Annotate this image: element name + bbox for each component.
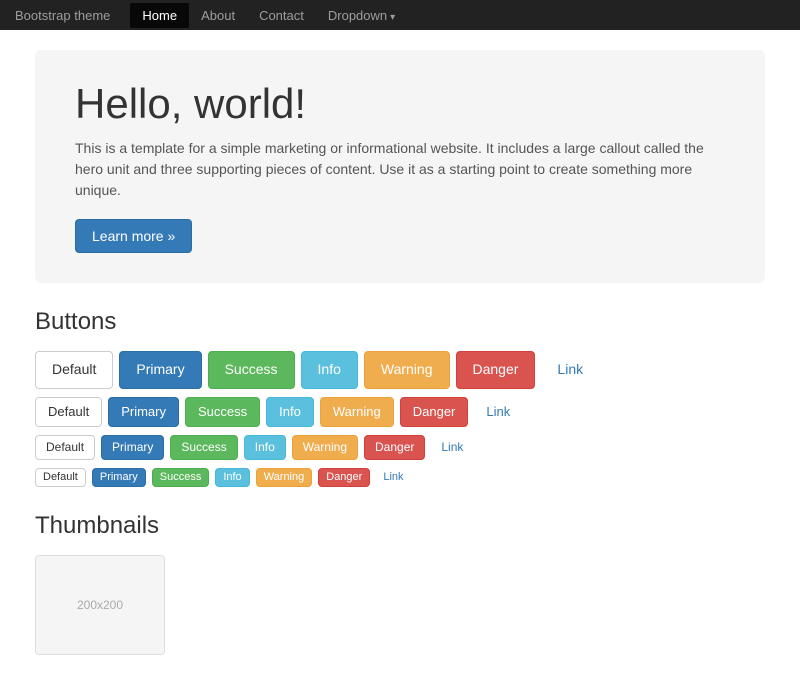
nav-link-contact[interactable]: Contact	[247, 3, 316, 28]
nav-item-home[interactable]: Home	[130, 3, 189, 28]
buttons-section: Buttons Default Primary Success Info War…	[35, 308, 765, 487]
nav-item-dropdown[interactable]: Dropdown▾	[316, 3, 407, 28]
btn-success-small[interactable]: Success	[170, 435, 237, 460]
btn-link-medium[interactable]: Link	[474, 398, 522, 426]
nav-item-about[interactable]: About	[189, 3, 247, 28]
learn-more-button[interactable]: Learn more »	[75, 219, 192, 253]
btn-danger-medium[interactable]: Danger	[400, 397, 469, 427]
nav-item-contact[interactable]: Contact	[247, 3, 316, 28]
nav-link-dropdown[interactable]: Dropdown▾	[316, 3, 407, 28]
navbar-brand[interactable]: Bootstrap theme	[15, 8, 110, 23]
nav-link-about[interactable]: About	[189, 3, 247, 28]
btn-default-xsmall[interactable]: Default	[35, 468, 86, 487]
btn-danger-large[interactable]: Danger	[456, 351, 536, 389]
btn-info-small[interactable]: Info	[244, 435, 286, 460]
thumbnail-item[interactable]: 200x200	[35, 555, 165, 655]
btn-primary-medium[interactable]: Primary	[108, 397, 179, 427]
btn-info-large[interactable]: Info	[301, 351, 358, 389]
btn-link-xsmall[interactable]: Link	[376, 469, 410, 486]
nav-link-home[interactable]: Home	[130, 3, 189, 28]
button-row-xsmall: Default Primary Success Info Warning Dan…	[35, 468, 765, 487]
thumbnails-section: Thumbnails 200x200	[35, 512, 765, 655]
thumbnails-section-title: Thumbnails	[35, 512, 765, 540]
btn-primary-small[interactable]: Primary	[101, 435, 164, 460]
btn-link-small[interactable]: Link	[431, 436, 473, 459]
btn-info-xsmall[interactable]: Info	[215, 468, 249, 487]
btn-warning-large[interactable]: Warning	[364, 351, 450, 389]
btn-warning-medium[interactable]: Warning	[320, 397, 394, 427]
btn-default-small[interactable]: Default	[35, 435, 95, 460]
buttons-section-title: Buttons	[35, 308, 765, 336]
hero-unit: Hello, world! This is a template for a s…	[35, 50, 765, 283]
thumbnail-label: 200x200	[77, 598, 123, 612]
btn-success-medium[interactable]: Success	[185, 397, 260, 427]
btn-warning-small[interactable]: Warning	[292, 435, 358, 460]
button-row-medium: Default Primary Success Info Warning Dan…	[35, 397, 765, 427]
btn-primary-xsmall[interactable]: Primary	[92, 468, 146, 487]
btn-primary-large[interactable]: Primary	[119, 351, 201, 389]
navbar-nav: Home About Contact Dropdown▾	[130, 3, 407, 28]
button-row-large: Default Primary Success Info Warning Dan…	[35, 351, 765, 389]
btn-link-large[interactable]: Link	[541, 352, 599, 388]
btn-danger-xsmall[interactable]: Danger	[318, 468, 370, 487]
button-row-small: Default Primary Success Info Warning Dan…	[35, 435, 765, 460]
navbar: Bootstrap theme Home About Contact Dropd…	[0, 0, 800, 30]
btn-danger-small[interactable]: Danger	[364, 435, 425, 460]
btn-success-xsmall[interactable]: Success	[152, 468, 210, 487]
btn-info-medium[interactable]: Info	[266, 397, 314, 427]
main-content: Hello, world! This is a template for a s…	[20, 30, 780, 700]
btn-default-large[interactable]: Default	[35, 351, 113, 389]
btn-success-large[interactable]: Success	[208, 351, 295, 389]
chevron-down-icon: ▾	[390, 12, 395, 23]
btn-default-medium[interactable]: Default	[35, 397, 102, 427]
btn-warning-xsmall[interactable]: Warning	[256, 468, 313, 487]
hero-title: Hello, world!	[75, 80, 725, 128]
hero-description: This is a template for a simple marketin…	[75, 138, 725, 201]
